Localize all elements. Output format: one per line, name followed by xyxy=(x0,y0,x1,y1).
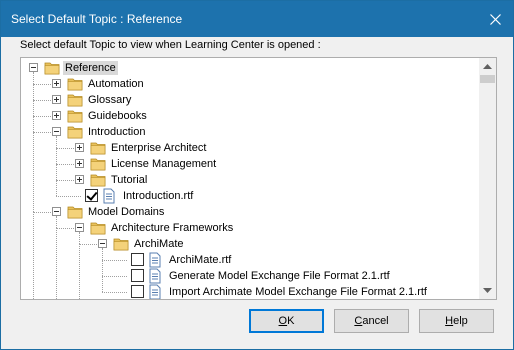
instruction-text: Select default Topic to view when Learni… xyxy=(20,39,321,51)
tree-node-label: Generate Model Exchange File Format 2.1.… xyxy=(169,270,390,282)
topic-checkbox[interactable] xyxy=(131,253,144,266)
document-icon xyxy=(148,268,162,284)
tree-folder-node[interactable]: ArchiMate xyxy=(21,236,479,252)
document-icon xyxy=(148,284,162,299)
dialog-window: Select Default Topic : Reference Select … xyxy=(0,0,514,350)
scroll-thumb[interactable] xyxy=(480,75,495,83)
folder-icon xyxy=(67,108,83,123)
collapse-icon[interactable] xyxy=(98,239,107,248)
scroll-up-button[interactable] xyxy=(479,58,496,75)
tree-node-label: Introduction.rtf xyxy=(123,190,194,202)
scroll-down-button[interactable] xyxy=(479,282,496,299)
tree-folder-node[interactable]: Glossary xyxy=(21,92,479,108)
title-bar: Select Default Topic : Reference xyxy=(1,1,513,37)
tree-content: Reference Automation Glossary Guidebooks Int… xyxy=(21,58,479,299)
tree-node-label: Import Archimate Model Exchange File For… xyxy=(169,286,427,298)
expand-icon[interactable] xyxy=(75,159,84,168)
topic-checkbox[interactable] xyxy=(131,285,144,298)
scroll-down-arrow-icon xyxy=(483,288,492,293)
tree-document-node[interactable]: Generate Model Exchange File Format 2.1.… xyxy=(21,268,479,284)
tree-document-node[interactable]: Introduction.rtf xyxy=(21,188,479,204)
tree-node-label: Architecture Frameworks xyxy=(111,222,234,234)
tree-node-label: Automation xyxy=(88,78,144,90)
tree-node-label: Introduction xyxy=(88,126,146,138)
expand-icon[interactable] xyxy=(52,79,61,88)
cancel-mnemonic: Cancel xyxy=(354,315,389,327)
tree-node-label: Guidebooks xyxy=(88,110,147,122)
folder-icon xyxy=(67,76,83,91)
tree-node-label: ArchiMate.rtf xyxy=(169,254,232,266)
tree-folder-node[interactable]: Enterprise Architect xyxy=(21,140,479,156)
expand-icon[interactable] xyxy=(52,95,61,104)
collapse-icon[interactable] xyxy=(75,223,84,232)
tree-folder-node[interactable]: Automation xyxy=(21,76,479,92)
tree-folder-node[interactable]: Guidebooks xyxy=(21,108,479,124)
expand-icon[interactable] xyxy=(75,143,84,152)
document-icon xyxy=(148,252,162,268)
expand-icon[interactable] xyxy=(52,111,61,120)
tree-folder-node[interactable]: Architecture Frameworks xyxy=(21,220,479,236)
topic-checkbox[interactable] xyxy=(85,189,98,202)
window-title: Select Default Topic : Reference xyxy=(11,12,183,26)
folder-icon xyxy=(90,156,106,171)
collapse-icon[interactable] xyxy=(52,207,61,216)
tree-folder-node[interactable]: Model Domains xyxy=(21,204,479,220)
expand-icon[interactable] xyxy=(75,175,84,184)
help-button[interactable]: Help xyxy=(419,309,494,333)
tree-node-label: Model Domains xyxy=(88,206,165,218)
tree-node-label: Tutorial xyxy=(111,174,148,186)
folder-icon xyxy=(44,60,60,75)
folder-icon xyxy=(113,236,129,251)
folder-icon xyxy=(67,124,83,139)
topic-tree[interactable]: Reference Automation Glossary Guidebooks Int… xyxy=(20,57,497,300)
tree-document-node[interactable]: Import Archimate Model Exchange File For… xyxy=(21,284,479,299)
cancel-button[interactable]: Cancel xyxy=(334,309,409,333)
help-mnemonic: Help xyxy=(445,315,468,327)
close-button[interactable] xyxy=(477,1,513,37)
folder-icon xyxy=(67,92,83,107)
ok-mnemonic: OK xyxy=(278,315,295,327)
tree-document-node[interactable]: ArchiMate.rtf xyxy=(21,252,479,268)
tree-node-label: ArchiMate xyxy=(134,238,184,250)
scroll-up-arrow-icon xyxy=(483,64,492,69)
folder-icon xyxy=(90,220,106,235)
tree-node-label: Reference xyxy=(63,61,118,75)
ok-button[interactable]: OK xyxy=(249,309,324,333)
tree-folder-node[interactable]: License Management xyxy=(21,156,479,172)
vertical-scrollbar[interactable] xyxy=(479,58,496,299)
document-icon xyxy=(102,188,116,204)
close-icon xyxy=(489,13,501,25)
tree-folder-node[interactable]: Reference xyxy=(21,60,479,76)
tree-node-label: Enterprise Architect xyxy=(111,142,207,154)
folder-icon xyxy=(90,140,106,155)
tree-folder-node[interactable]: Tutorial xyxy=(21,172,479,188)
folder-icon xyxy=(90,172,106,187)
collapse-icon[interactable] xyxy=(52,127,61,136)
tree-node-label: License Management xyxy=(111,158,217,170)
collapse-icon[interactable] xyxy=(29,63,38,72)
tree-node-label: Glossary xyxy=(88,94,132,106)
folder-icon xyxy=(67,204,83,219)
tree-folder-node[interactable]: Introduction xyxy=(21,124,479,140)
topic-checkbox[interactable] xyxy=(131,269,144,282)
